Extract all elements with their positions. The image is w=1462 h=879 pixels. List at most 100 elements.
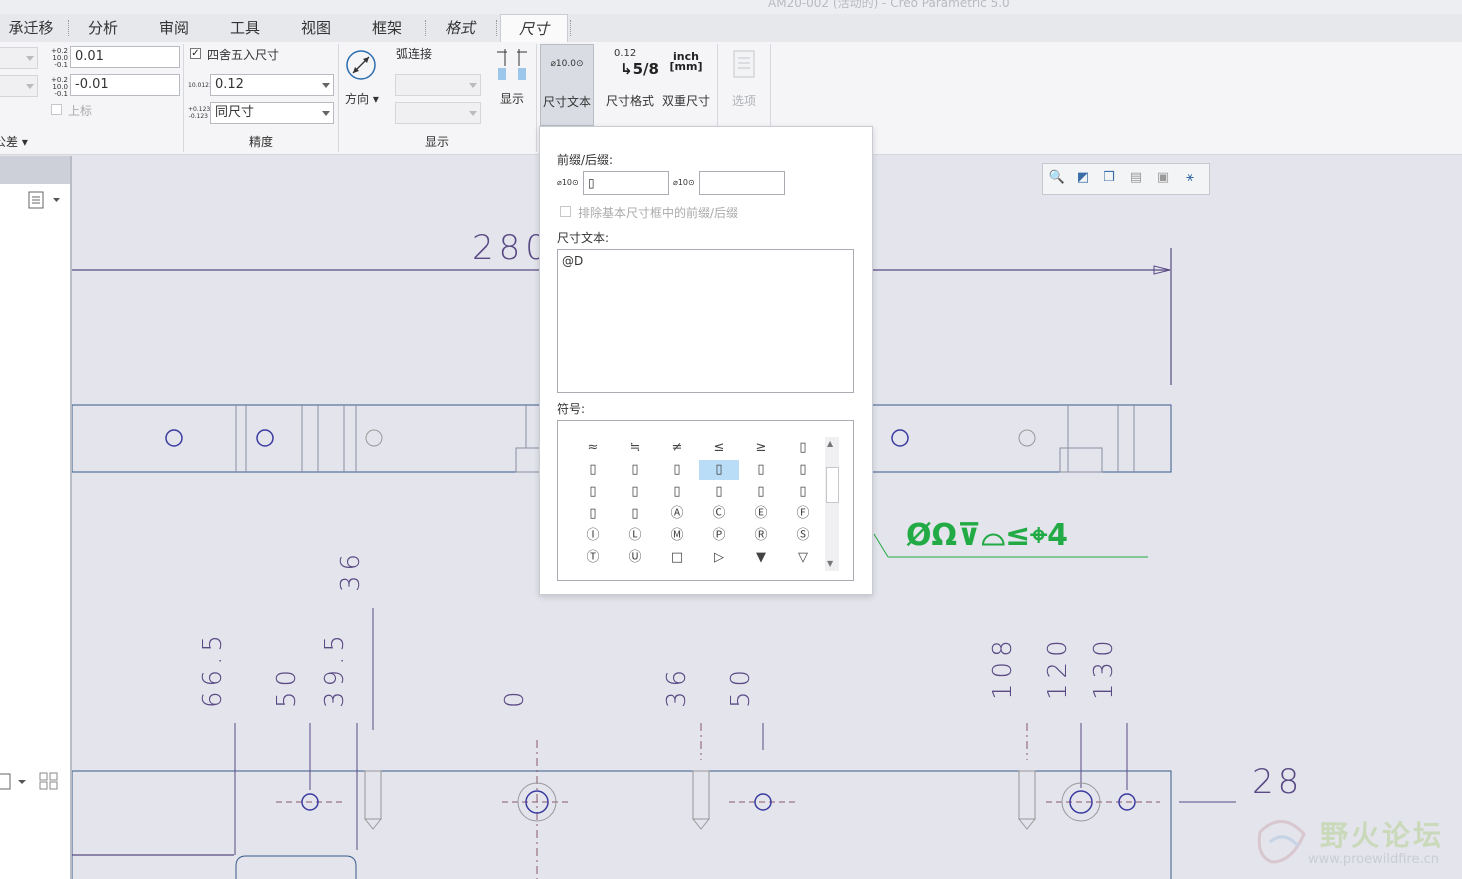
arc-join-label: 弧连接 [396, 47, 433, 61]
symbol-scrollbar[interactable]: ▲ ▼ [825, 437, 839, 571]
dimension-120[interactable]: 120 [1043, 635, 1073, 700]
symbol-cell[interactable]: □ [657, 548, 697, 568]
title-bar: AM20-002 (活动的) - Creo Parametric 5.0 [0, 0, 1462, 14]
round-dimension-checkbox[interactable]: ✓ [190, 48, 201, 59]
tab-divider [68, 20, 69, 36]
saved-views-icon[interactable]: ▣ [1152, 168, 1174, 188]
arc-join-select-2[interactable] [395, 102, 481, 124]
dimension-66-5[interactable]: 66.5 [198, 630, 228, 708]
symbol-cell[interactable]: ≈ [573, 438, 613, 458]
scroll-up-icon[interactable]: ▲ [827, 439, 833, 448]
decimal-places-select[interactable]: 0.12 [210, 74, 334, 96]
zoom-fit-icon[interactable]: ◩ [1072, 168, 1094, 188]
symbol-cell[interactable]: ▯ [783, 438, 823, 458]
dimension-50-mid[interactable]: 50 [726, 665, 756, 708]
dimension-39-5[interactable]: 39.5 [320, 630, 350, 708]
symbol-cell[interactable]: ▯ [573, 482, 613, 502]
dimension-28[interactable]: 28 [1252, 762, 1303, 802]
superscript-checkbox[interactable] [51, 104, 62, 115]
symbol-cell[interactable]: Ⓜ [657, 526, 697, 546]
symbol-cell[interactable]: ▯ [699, 482, 739, 502]
symbol-cell[interactable]: Ⓡ [741, 526, 781, 546]
symbol-cell[interactable]: Ⓛ [615, 526, 655, 546]
tab-format[interactable]: 格式 [430, 14, 490, 42]
dimension-108[interactable]: 108 [988, 635, 1018, 700]
symbol-cell[interactable]: Ⓔ [741, 504, 781, 524]
dimension-text-button[interactable]: ⌀10.0⊙ 尺寸文本 [540, 44, 594, 126]
symbol-cell[interactable]: Ⓒ [699, 504, 739, 524]
format-icon-top: 0.12 [614, 48, 637, 59]
tolerance-decimal-select[interactable]: 同尺寸 [210, 102, 334, 124]
symbol-cell[interactable]: ▯ [741, 482, 781, 502]
dim-text-area[interactable]: @D [557, 249, 854, 393]
tolerance-group-label[interactable]: 公差 ▾ [0, 133, 28, 150]
tree-settings-icon[interactable] [28, 190, 68, 210]
tab-frame[interactable]: 框架 [356, 14, 418, 42]
tab-dimension[interactable]: 尺寸 [500, 14, 568, 43]
dimension-36-mid[interactable]: 36 [662, 665, 692, 708]
symbol-cell[interactable]: ▯ [783, 460, 823, 480]
show-icon[interactable] [495, 46, 529, 82]
symbol-cell[interactable]: ▯ [615, 460, 655, 480]
symbol-cell[interactable]: ▯ [657, 460, 697, 480]
symbol-cell[interactable]: Ⓟ [699, 526, 739, 546]
scroll-thumb[interactable] [826, 467, 839, 503]
tab-review[interactable]: 审阅 [143, 14, 205, 42]
dimension-0[interactable]: 0 [500, 686, 530, 708]
symbol-cell[interactable]: ▼ [741, 548, 781, 568]
annotation-display-icon[interactable]: ⚹ [1179, 168, 1201, 188]
tab-tools[interactable]: 工具 [214, 14, 276, 42]
exclude-prefix-checkbox[interactable] [560, 206, 571, 217]
symbol-cell[interactable]: Ⓣ [573, 548, 613, 568]
decimal-places-value: 0.12 [215, 77, 244, 92]
display-style-icon[interactable]: ❒ [1098, 168, 1120, 188]
symbol-cell[interactable]: Ⓢ [783, 526, 823, 546]
direction-icon[interactable] [344, 48, 378, 82]
scroll-down-icon[interactable]: ▼ [827, 559, 833, 568]
zoom-in-icon[interactable]: 🔍 [1046, 168, 1068, 188]
dimension-130[interactable]: 130 [1089, 635, 1119, 700]
symbol-cell[interactable]: ▯ [573, 460, 613, 480]
show-button-label: 显示 [500, 92, 525, 106]
symbol-cell[interactable]: Ⓐ [657, 504, 697, 524]
tab-migration[interactable]: 承迁移 [0, 14, 62, 42]
dual-dimension-button[interactable]: inch [mm] 双重尺寸 [660, 44, 712, 126]
symbol-cell[interactable]: ▯ [615, 482, 655, 502]
prefix-input[interactable]: ▯ [583, 171, 669, 195]
green-symbol-annotation[interactable]: ØΩ⊽⌓≤⌖4 [906, 518, 1068, 553]
symbol-cell[interactable]: ▯ [699, 460, 739, 480]
symbol-cell[interactable]: ▷ [699, 548, 739, 568]
suffix-input[interactable] [699, 171, 785, 195]
symbol-cell[interactable]: ≠ [657, 438, 697, 458]
symbol-cell[interactable]: Ⓕ [783, 504, 823, 524]
dimension-format-button[interactable]: 0.12 ↳5/8 尺寸格式 [602, 44, 659, 126]
arc-join-select-1[interactable] [395, 74, 481, 96]
symbol-cell[interactable]: Ⓘ [573, 526, 613, 546]
tab-view[interactable]: 视图 [285, 14, 347, 42]
superscript-label: 上标 [68, 104, 93, 118]
view-manager-icon[interactable]: ▤ [1125, 168, 1147, 188]
dimension-36-top[interactable]: 36 [336, 549, 366, 592]
tab-divider [496, 20, 497, 36]
symbol-cell[interactable]: ▽ [783, 548, 823, 568]
symbol-cell[interactable]: ≥ [741, 438, 781, 458]
lower-tolerance-input[interactable]: -0.01 [70, 74, 180, 96]
symbol-cell[interactable]: ▯ [573, 504, 613, 524]
options-button[interactable]: 选项 [722, 44, 766, 126]
symbol-cell[interactable]: ▯ [783, 482, 823, 502]
dimension-text-label: 尺寸文本 [542, 95, 591, 109]
symbol-cell[interactable]: Ⓤ [615, 548, 655, 568]
symbol-cell[interactable]: ▯ [741, 460, 781, 480]
tab-analysis[interactable]: 分析 [72, 14, 134, 42]
dimension-50-left[interactable]: 50 [272, 665, 302, 708]
symbol-cell[interactable]: ▯ [615, 504, 655, 524]
upper-tolerance-input[interactable]: 0.01 [70, 46, 180, 68]
layer-tools-icon[interactable] [0, 770, 70, 792]
group-divider [536, 44, 537, 152]
direction-dropdown[interactable]: 方向 ▾ [345, 90, 379, 107]
symbol-cell[interactable]: ≤ [699, 438, 739, 458]
tolerance-type-select[interactable] [0, 47, 38, 69]
symbol-cell[interactable]: ▯ [657, 482, 697, 502]
symbol-cell[interactable]: ≒ [615, 438, 655, 458]
tolerance-mode-select[interactable] [0, 75, 38, 97]
